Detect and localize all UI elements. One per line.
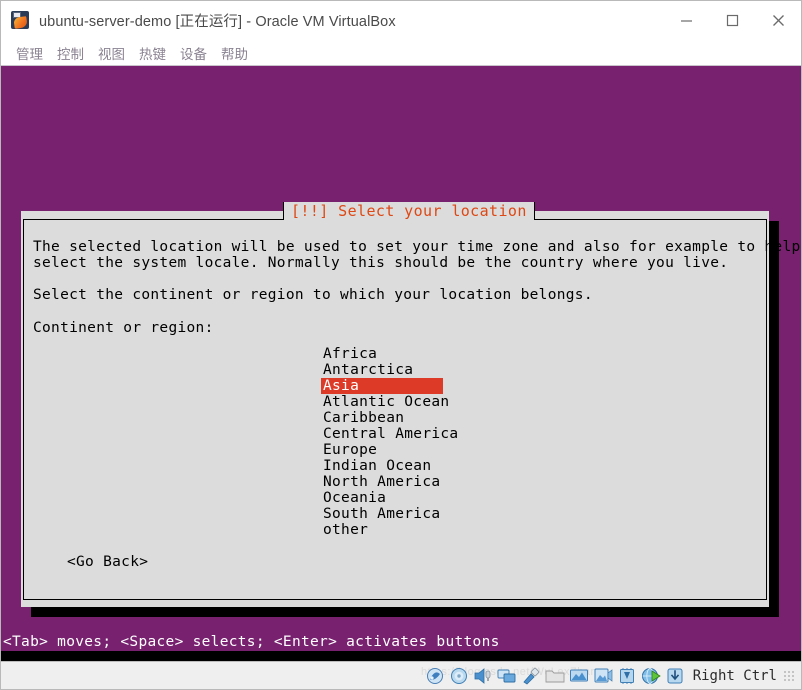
remote-desktop-icon[interactable] (641, 667, 661, 685)
shared-folders-icon[interactable] (545, 667, 565, 685)
description-line-2: select the system locale. Normally this … (33, 255, 729, 272)
virtualbox-icon (11, 11, 29, 29)
window-titlebar: ubuntu-server-demo [正在运行] - Oracle VM Vi… (1, 1, 801, 40)
network-icon[interactable] (497, 667, 517, 685)
menu-item-control[interactable]: 控制 (50, 41, 91, 65)
video-capture-icon[interactable] (593, 667, 613, 685)
usb-icon[interactable] (521, 667, 541, 685)
list-item-africa[interactable]: Africa (321, 346, 443, 362)
host-key-label: Right Ctrl (692, 667, 777, 684)
window-title: ubuntu-server-demo [正在运行] - Oracle VM Vi… (39, 13, 396, 30)
dialog-buttons: <Go Back> (67, 554, 757, 570)
description-line-1: The selected location will be used to se… (33, 239, 801, 255)
resize-grip[interactable] (783, 669, 795, 682)
display-icon[interactable] (569, 667, 589, 685)
installer-dialog: [!!] Select your location The selected l… (21, 202, 801, 607)
audio-icon[interactable] (473, 667, 493, 685)
list-item-antarctica[interactable]: Antarctica (321, 362, 443, 378)
virtualbox-window: ubuntu-server-demo [正在运行] - Oracle VM Vi… (0, 0, 802, 690)
list-item-oceania[interactable]: Oceania (321, 490, 443, 506)
menu-item-manage[interactable]: 管理 (9, 41, 50, 65)
virtualization-icon[interactable] (617, 667, 637, 685)
hard-disk-icon[interactable] (425, 667, 445, 685)
menu-item-help[interactable]: 帮助 (214, 41, 255, 65)
virtualbox-statusbar: https://blog.csdn.net/WuLexZhang Right C… (1, 661, 801, 689)
field-label: Continent or region: (33, 319, 214, 336)
instruction-text: Select the continent or region to which … (33, 287, 593, 304)
maximize-button[interactable] (709, 1, 755, 39)
close-button[interactable] (755, 1, 801, 39)
guest-screen[interactable]: [!!] Select your location The selected l… (1, 66, 801, 661)
minimize-button[interactable] (663, 1, 709, 39)
continent-region-list[interactable]: Africa Antarctica Asia Atlantic Ocean Ca… (321, 346, 757, 538)
menu-item-view[interactable]: 视图 (91, 41, 132, 65)
keyboard-hint-bar: <Tab> moves; <Space> selects; <Enter> ac… (1, 634, 801, 651)
list-item-central-america[interactable]: Central America (321, 426, 458, 442)
go-back-button[interactable]: <Go Back> (67, 554, 148, 570)
optical-disk-icon[interactable] (449, 667, 469, 685)
list-item-south-america[interactable]: South America (321, 506, 443, 522)
list-item-north-america[interactable]: North America (321, 474, 443, 490)
list-item-indian-ocean[interactable]: Indian Ocean (321, 458, 443, 474)
menu-item-hotkeys[interactable]: 热键 (132, 41, 173, 65)
window-controls (663, 1, 801, 39)
list-item-caribbean[interactable]: Caribbean (321, 410, 443, 426)
menubar: 管理 控制 视图 热键 设备 帮助 (1, 40, 801, 66)
list-item-other[interactable]: other (321, 522, 443, 538)
list-item-europe[interactable]: Europe (321, 442, 443, 458)
list-item-asia[interactable]: Asia (321, 377, 443, 394)
list-item-atlantic-ocean[interactable]: Atlantic Ocean (321, 394, 449, 410)
mouse-integration-icon[interactable] (665, 667, 685, 685)
menu-item-devices[interactable]: 设备 (173, 41, 214, 65)
guest-letterbox (1, 651, 801, 661)
dialog-body: The selected location will be used to se… (33, 239, 801, 599)
dialog-title: [!!] Select your location (283, 202, 535, 220)
